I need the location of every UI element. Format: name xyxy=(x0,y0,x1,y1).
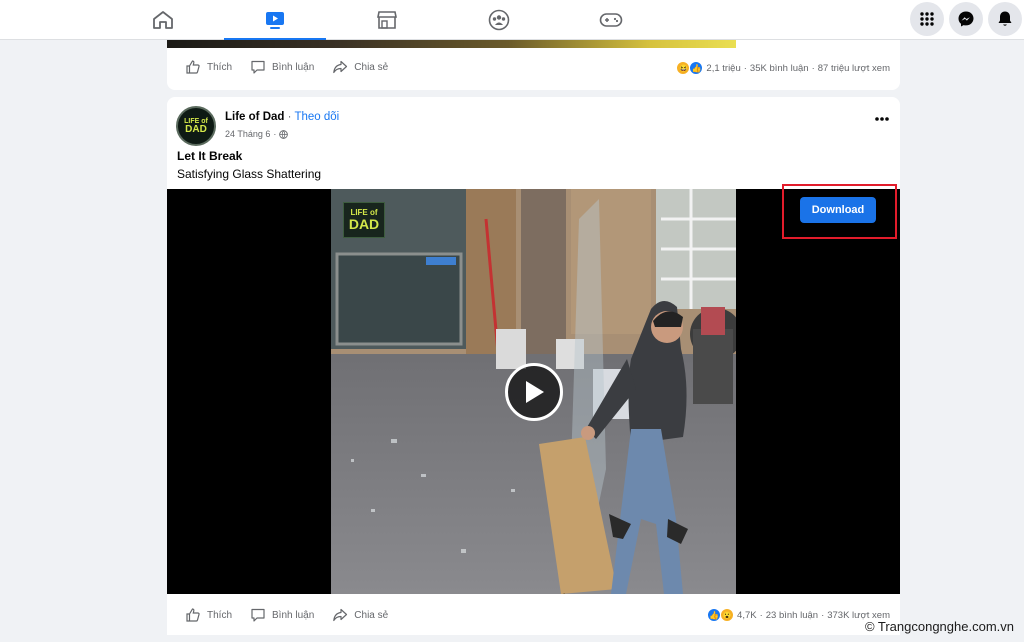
video-player[interactable]: LIFE of DAD xyxy=(167,189,900,594)
post-options-button[interactable] xyxy=(874,109,890,127)
like-reaction-icon: 👍 xyxy=(689,61,704,75)
follow-button[interactable]: Theo dõi xyxy=(294,111,339,123)
previous-post-actions: Thích Bình luận Chia sẻ xyxy=(185,57,406,77)
like-label: Thích xyxy=(207,61,233,73)
play-button[interactable] xyxy=(505,363,563,421)
like-button[interactable]: Thích xyxy=(185,57,232,77)
previous-post-stats: 😆 👍 2,1 triệu · 35K bình luận · 87 triệu… xyxy=(676,61,890,75)
comment-count[interactable]: 35K bình luận xyxy=(750,63,809,74)
post-description: Satisfying Glass Shattering xyxy=(177,167,322,181)
post-stats: 👍 😮 4,7K · 23 bình luận · 373K lượt xem xyxy=(707,608,890,622)
nav-tab-watch[interactable] xyxy=(224,0,326,41)
post-date[interactable]: 24 Tháng 6 xyxy=(225,129,270,139)
comment-label: Bình luận xyxy=(272,61,315,73)
avatar-logo-line2: DAD xyxy=(185,123,207,135)
share-label: Chia sẻ xyxy=(354,609,389,621)
like-button[interactable]: Thích xyxy=(185,605,232,625)
share-icon xyxy=(333,608,348,622)
more-options-icon xyxy=(875,117,889,121)
date-separator: · xyxy=(273,129,277,139)
reaction-count[interactable]: 4,7K xyxy=(737,610,757,621)
like-label: Thích xyxy=(207,609,233,621)
page-avatar[interactable]: LIFE of DAD xyxy=(176,106,216,146)
thumbs-up-icon xyxy=(186,60,200,74)
share-label: Chia sẻ xyxy=(354,61,389,73)
like-reaction-icon: 👍 xyxy=(707,608,722,622)
nav-tab-marketplace[interactable] xyxy=(336,0,438,40)
stats-separator-icon: · xyxy=(821,609,825,621)
comment-icon xyxy=(251,608,265,622)
marketplace-icon xyxy=(377,11,397,29)
menu-grid-icon xyxy=(920,12,934,26)
comment-label: Bình luận xyxy=(272,609,315,621)
nav-tab-gaming[interactable] xyxy=(560,0,662,40)
wow-reaction-icon: 😮 xyxy=(720,608,735,622)
notifications-icon xyxy=(998,11,1012,26)
post-actions: Thích Bình luận Chia sẻ xyxy=(185,605,406,625)
post-title: Let It Break xyxy=(177,149,243,163)
nav-tab-home[interactable] xyxy=(112,0,214,40)
haha-reaction-icon: 😆 xyxy=(676,61,691,75)
site-watermark: © Trangcongnghe.com.vn xyxy=(864,619,1014,634)
video-post-card: LIFE of DAD Life of Dad · Theo dõi 24 Th… xyxy=(167,97,900,635)
download-highlight-box xyxy=(782,184,897,239)
share-button[interactable]: Chia sẻ xyxy=(332,57,388,77)
view-count: 87 triệu lượt xem xyxy=(817,62,890,74)
comment-button[interactable]: Bình luận xyxy=(250,57,314,77)
post-header: Life of Dad · Theo dõi xyxy=(225,111,339,123)
comment-icon xyxy=(251,60,265,74)
previous-post-card: Thích Bình luận Chia sẻ 😆 👍 2,1 triệu · … xyxy=(167,40,900,90)
groups-icon xyxy=(488,9,510,31)
video-logo-watermark: LIFE of DAD xyxy=(343,202,385,238)
post-meta: 24 Tháng 6 · xyxy=(225,129,289,139)
messenger-icon xyxy=(958,11,974,27)
stats-separator-icon: · xyxy=(811,62,815,74)
share-button[interactable]: Chia sẻ xyxy=(332,605,388,625)
home-icon xyxy=(153,11,173,29)
play-icon xyxy=(526,381,544,403)
reaction-count[interactable]: 2,1 triệu xyxy=(706,63,740,74)
top-navigation-bar xyxy=(0,0,1024,41)
menu-button[interactable] xyxy=(910,2,944,36)
stats-separator-icon: · xyxy=(759,609,763,621)
previous-video-thumbnail[interactable] xyxy=(167,40,736,48)
header-separator: · xyxy=(284,111,295,123)
stats-separator-icon: · xyxy=(743,62,747,74)
watch-icon xyxy=(266,12,284,29)
globe-icon xyxy=(279,129,289,139)
page-name-link[interactable]: Life of Dad xyxy=(225,111,284,123)
video-logo-line2: DAD xyxy=(348,216,380,232)
video-frame[interactable]: LIFE of DAD xyxy=(331,189,736,594)
share-icon xyxy=(333,60,348,74)
notifications-button[interactable] xyxy=(988,2,1022,36)
thumbs-up-icon xyxy=(186,608,200,622)
messenger-button[interactable] xyxy=(949,2,983,36)
comment-button[interactable]: Bình luận xyxy=(250,605,314,625)
nav-tab-groups[interactable] xyxy=(448,0,550,40)
comment-count[interactable]: 23 bình luận xyxy=(766,610,818,621)
gaming-icon xyxy=(599,13,623,27)
